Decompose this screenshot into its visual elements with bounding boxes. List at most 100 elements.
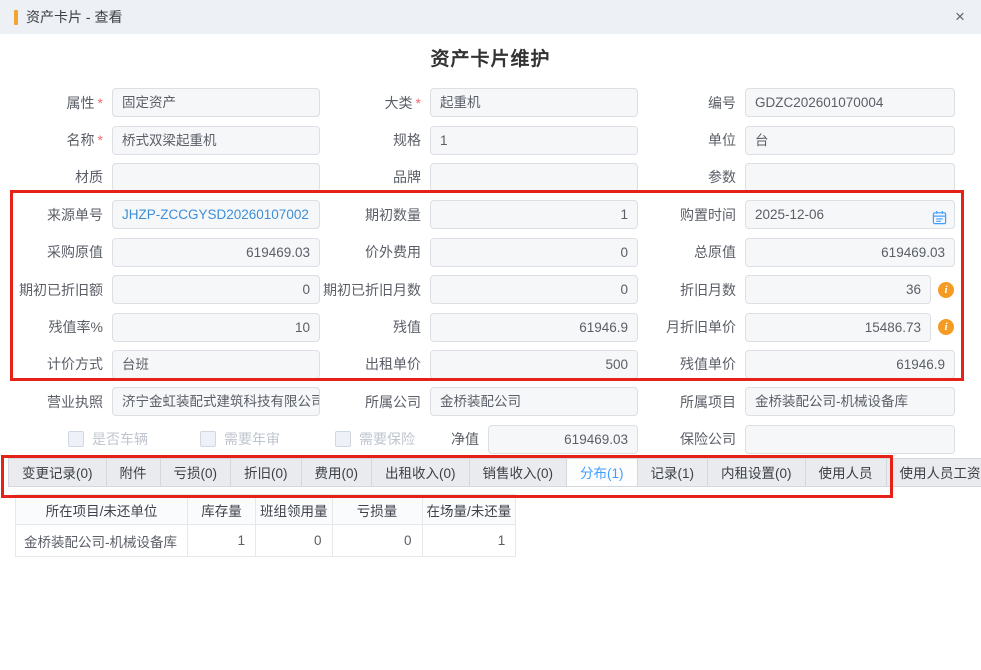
field-monthly-depreciation-price[interactable]: 15486.73: [745, 313, 931, 342]
field-residual-rate[interactable]: 10: [112, 313, 320, 342]
label-pricing-method: 计价方式: [12, 354, 112, 374]
field-residual-value[interactable]: 61946.9: [430, 313, 638, 342]
calendar-icon[interactable]: [932, 207, 947, 229]
checkbox-label-is-vehicle: 是否车辆: [92, 429, 148, 449]
field-extra-fee[interactable]: 0: [430, 238, 638, 267]
field-owning-company[interactable]: 金桥装配公司: [430, 387, 638, 416]
field-source-order-no[interactable]: JHZP-ZCCGYSD20260107002: [112, 200, 320, 229]
label-purchase-original-value: 采购原值: [12, 242, 112, 262]
checkbox-needs-insurance[interactable]: [335, 431, 351, 447]
label-extra-fee: 价外费用: [320, 242, 430, 262]
label-depreciation-months: 折旧月数: [638, 280, 745, 300]
tab-sales-income[interactable]: 销售收入(0): [470, 458, 568, 487]
window-title: 资产卡片 - 查看: [26, 7, 122, 27]
checkbox-row: 是否车辆需要年审需要保险净值619469.03保险公司: [12, 421, 969, 458]
asset-card-window: 资产卡片 - 查看 × 资产卡片维护 属性*固定资产大类*起重机编号GDZC20…: [0, 0, 981, 670]
tab-loss[interactable]: 亏损(0): [161, 458, 232, 487]
form-row: 名称*桥式双梁起重机规格1单位台: [12, 121, 969, 158]
info-icon[interactable]: i: [938, 319, 954, 335]
form-rows: 属性*固定资产大类*起重机编号GDZC202601070004名称*桥式双梁起重…: [0, 84, 969, 458]
required-asterisk: *: [98, 132, 103, 148]
tab-distribution[interactable]: 分布(1): [567, 458, 638, 487]
label-unit: 单位: [638, 130, 745, 150]
field-depreciation-months[interactable]: 36: [745, 275, 931, 304]
label-residual-value: 残值: [320, 317, 430, 337]
field-initial-depreciated-months[interactable]: 0: [430, 275, 638, 304]
label-owning-company: 所属公司: [320, 392, 430, 412]
field-code[interactable]: GDZC202601070004: [745, 88, 955, 117]
form-row: 材质品牌参数: [12, 159, 969, 196]
label-code: 编号: [638, 93, 745, 113]
label-initial-depreciated-amount: 期初已折旧额: [12, 280, 112, 300]
tab-user-wages[interactable]: 使用人员工资(0): [887, 458, 981, 487]
field-owning-project[interactable]: 金桥装配公司-机械设备库: [745, 387, 955, 416]
checkbox-item-is-vehicle[interactable]: 是否车辆: [68, 429, 200, 449]
label-brand: 品牌: [320, 167, 430, 187]
field-asset-name[interactable]: 桥式双梁起重机: [112, 126, 320, 155]
cell-qty: 1: [188, 525, 256, 557]
checkbox-is-vehicle[interactable]: [68, 431, 84, 447]
tab-attachments[interactable]: 附件: [107, 458, 161, 487]
tab-internal-rent-settings[interactable]: 内租设置(0): [708, 458, 806, 487]
distribution-table: 所在项目/未还单位库存量班组领用量亏损量在场量/未还量金桥装配公司-机械设备库1…: [15, 494, 516, 557]
label-owning-project: 所属项目: [638, 392, 745, 412]
label-residual-unit-price: 残值单价: [638, 354, 745, 374]
tab-depreciation[interactable]: 折旧(0): [231, 458, 302, 487]
required-asterisk: *: [98, 95, 103, 111]
cell-qty: 0: [332, 525, 422, 557]
label-params: 参数: [638, 167, 745, 187]
table-row: 金桥装配公司-机械设备库1001: [16, 525, 516, 557]
label-category: 大类*: [320, 93, 430, 113]
field-insurance-company[interactable]: [745, 425, 955, 454]
form-row: 残值率%10残值61946.9月折旧单价15486.73i: [12, 308, 969, 345]
page-title: 资产卡片维护: [0, 44, 981, 71]
checkbox-item-needs-annual-review[interactable]: 需要年审: [200, 429, 335, 449]
column-header: 所在项目/未还单位: [16, 495, 188, 525]
table-header-row: 所在项目/未还单位库存量班组领用量亏损量在场量/未还量: [16, 495, 516, 525]
field-initial-depreciated-amount[interactable]: 0: [112, 275, 320, 304]
field-spec[interactable]: 1: [430, 126, 638, 155]
column-header: 亏损量: [332, 495, 422, 525]
window-titlebar: 资产卡片 - 查看: [0, 0, 981, 34]
label-attribute: 属性*: [12, 93, 112, 113]
close-icon[interactable]: ×: [950, 7, 970, 27]
label-asset-name: 名称*: [12, 130, 112, 150]
tab-users[interactable]: 使用人员: [806, 458, 887, 487]
field-total-original-value[interactable]: 619469.03: [745, 238, 955, 267]
tab-change-records[interactable]: 变更记录(0): [8, 458, 107, 487]
label-residual-rate: 残值率%: [12, 317, 112, 337]
field-net-value[interactable]: 619469.03: [488, 425, 638, 454]
form-row: 属性*固定资产大类*起重机编号GDZC202601070004: [12, 84, 969, 121]
field-attribute[interactable]: 固定资产: [112, 88, 320, 117]
label-initial-quantity: 期初数量: [320, 205, 430, 225]
field-business-license[interactable]: 济宁金虹装配式建筑科技有限公司: [112, 387, 320, 416]
field-initial-quantity[interactable]: 1: [430, 200, 638, 229]
tab-expenses[interactable]: 费用(0): [302, 458, 373, 487]
field-rental-unit-price[interactable]: 500: [430, 350, 638, 379]
checkbox-label-needs-insurance: 需要保险: [359, 429, 415, 449]
field-unit[interactable]: 台: [745, 126, 955, 155]
field-material[interactable]: [112, 163, 320, 192]
label-spec: 规格: [320, 130, 430, 150]
tab-rental-income[interactable]: 出租收入(0): [372, 458, 470, 487]
label-source-order-no: 来源单号: [12, 205, 112, 225]
tab-records[interactable]: 记录(1): [638, 458, 709, 487]
field-purchase-date[interactable]: 2025-12-06: [745, 200, 955, 229]
field-residual-unit-price[interactable]: 61946.9: [745, 350, 955, 379]
column-header: 库存量: [188, 495, 256, 525]
tab-bar: 变更记录(0)附件亏损(0)折旧(0)费用(0)出租收入(0)销售收入(0)分布…: [8, 458, 981, 487]
field-purchase-original-value[interactable]: 619469.03: [112, 238, 320, 267]
form-row: 来源单号JHZP-ZCCGYSD20260107002期初数量1购置时间2025…: [12, 196, 969, 233]
field-category[interactable]: 起重机: [430, 88, 638, 117]
info-icon[interactable]: i: [938, 282, 954, 298]
field-pricing-method[interactable]: 台班: [112, 350, 320, 379]
required-asterisk: *: [416, 95, 421, 111]
label-purchase-date: 购置时间: [638, 205, 745, 225]
cell-qty: 1: [422, 525, 516, 557]
column-header: 在场量/未还量: [422, 495, 516, 525]
field-params[interactable]: [745, 163, 955, 192]
form-row: 营业执照济宁金虹装配式建筑科技有限公司所属公司金桥装配公司所属项目金桥装配公司-…: [12, 383, 969, 420]
field-brand[interactable]: [430, 163, 638, 192]
checkbox-item-needs-insurance[interactable]: 需要保险: [335, 429, 412, 449]
checkbox-needs-annual-review[interactable]: [200, 431, 216, 447]
